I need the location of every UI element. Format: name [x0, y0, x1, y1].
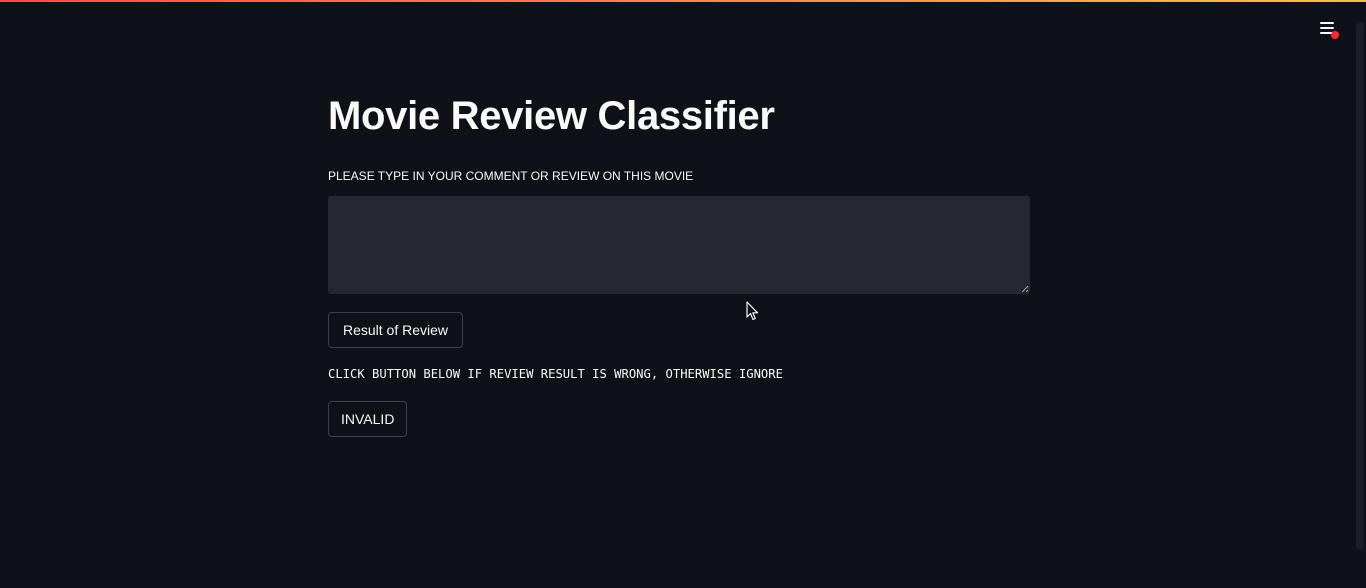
mouse-cursor-icon	[746, 301, 759, 321]
review-textarea[interactable]	[328, 196, 1030, 294]
page-title: Movie Review Classifier	[328, 94, 775, 138]
invalid-button[interactable]: INVALID	[328, 401, 407, 437]
notification-dot-icon	[1331, 31, 1339, 39]
review-input-label: PLEASE TYPE IN YOUR COMMENT OR REVIEW ON…	[328, 169, 694, 183]
instruction-text: CLICK BUTTON BELOW IF REVIEW RESULT IS W…	[328, 367, 783, 381]
page-scrollbar[interactable]	[1356, 22, 1364, 550]
main-menu-button[interactable]	[1316, 18, 1340, 42]
top-decoration-bar	[0, 0, 1366, 2]
result-of-review-button[interactable]: Result of Review	[328, 312, 463, 348]
